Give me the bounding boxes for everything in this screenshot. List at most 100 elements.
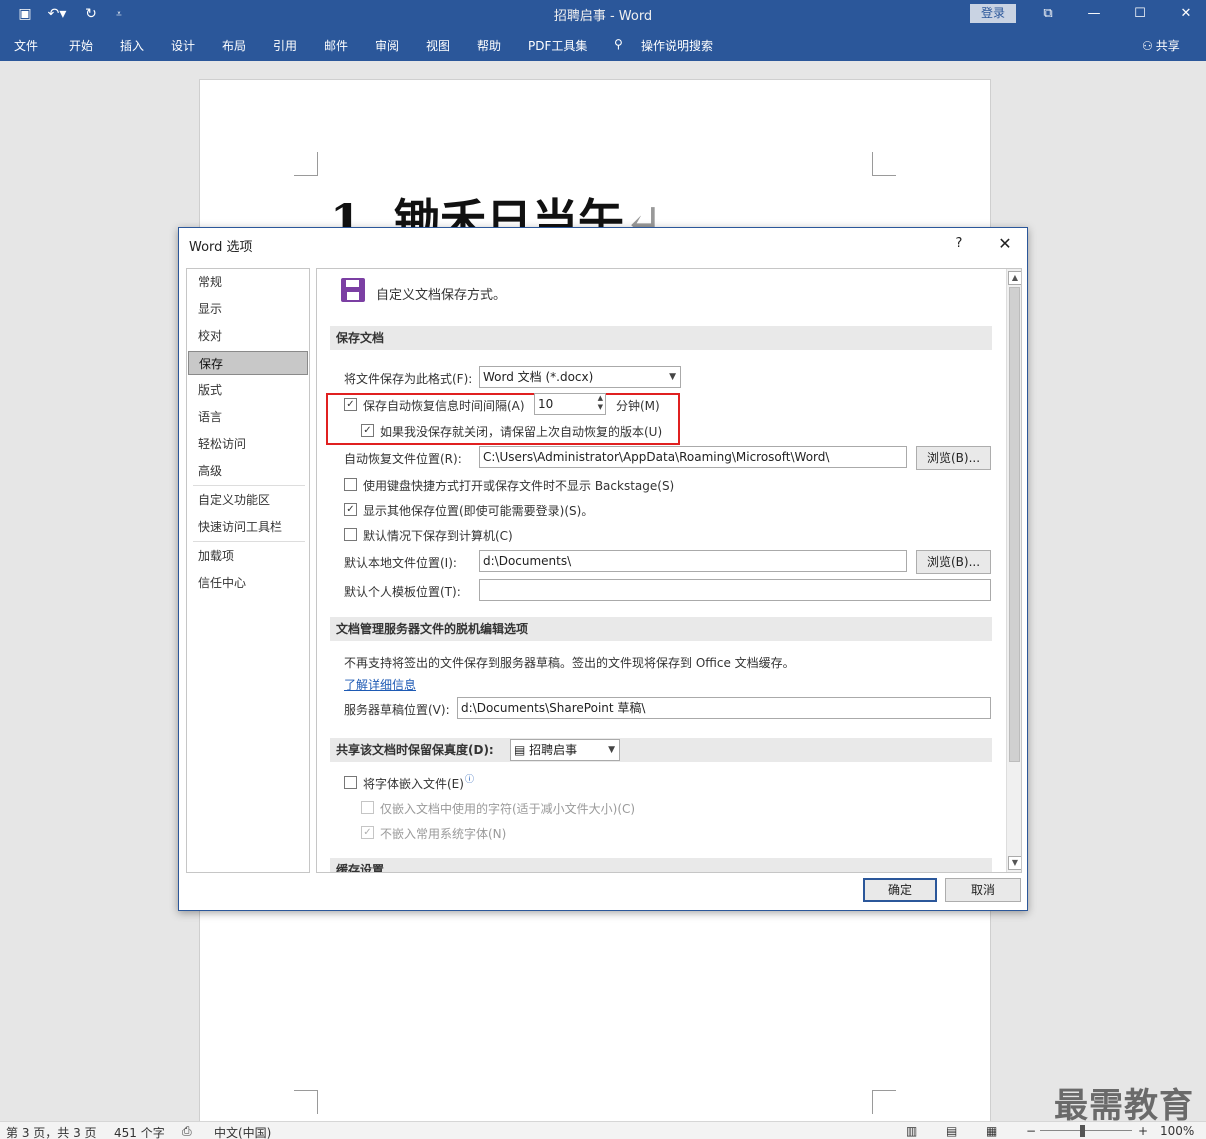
template-path-input[interactable]	[479, 579, 991, 601]
share-button[interactable]: ⚇ 共享	[1142, 37, 1180, 54]
title-bar: ▣ ↶▾ ↻ ⩡ 招聘启事 - Word 登录 ⧉ — ☐ ✕	[0, 0, 1206, 28]
section-cache: 缓存设置	[330, 858, 992, 872]
nav-save[interactable]: 保存	[188, 351, 308, 375]
ribbon-display-icon[interactable]: ⧉	[1028, 2, 1068, 24]
nav-advanced[interactable]: 高级	[188, 459, 308, 483]
scroll-down-icon[interactable]: ▼	[1008, 856, 1021, 870]
nav-divider	[193, 541, 305, 542]
embed-fonts-checkbox[interactable]	[344, 776, 357, 789]
close-icon[interactable]: ✕	[994, 233, 1016, 255]
minimize-icon[interactable]: —	[1074, 2, 1114, 24]
print-layout-icon[interactable]: ▤	[946, 1124, 957, 1138]
nav-addins[interactable]: 加载项	[188, 544, 308, 568]
maximize-icon[interactable]: ☐	[1120, 2, 1160, 24]
chevron-down-icon: ▼	[608, 745, 615, 755]
nav-display[interactable]: 显示	[188, 297, 308, 321]
tab-home[interactable]: 开始	[69, 37, 93, 54]
ok-button[interactable]: 确定	[863, 878, 937, 902]
lightbulb-icon: ⚲	[614, 37, 623, 51]
section-save-documents: 保存文档	[330, 326, 992, 350]
browse-autorecover-button[interactable]: 浏览(B)...	[916, 446, 991, 470]
fidelity-doc-value: 招聘启事	[529, 743, 578, 757]
chevron-down-icon: ▼	[669, 372, 676, 382]
tab-pdf-tools[interactable]: PDF工具集	[528, 37, 587, 54]
local-path-input[interactable]: d:\Documents\	[479, 550, 907, 572]
crop-mark	[294, 152, 318, 176]
crop-mark	[872, 1090, 896, 1114]
proofing-icon[interactable]: ⎙	[182, 1124, 192, 1139]
options-nav: 常规 显示 校对 保存 版式 语言 轻松访问 高级 自定义功能区 快速访问工具栏…	[186, 268, 310, 873]
backstage-checkbox[interactable]	[344, 478, 357, 491]
status-bar: 第 3 页，共 3 页 451 个字 ⎙ 中文(中国) ▥ ▤ ▦ − + 10…	[0, 1121, 1206, 1139]
scroll-up-icon[interactable]: ▲	[1008, 271, 1021, 285]
section-offline-editing: 文档管理服务器文件的脱机编辑选项	[330, 617, 992, 641]
no-common-fonts-label: 不嵌入常用系统字体(N)	[380, 827, 507, 841]
info-icon[interactable]: ⓘ	[465, 772, 474, 785]
embed-used-only-checkbox	[361, 801, 374, 814]
tab-view[interactable]: 视图	[426, 37, 450, 54]
login-button[interactable]: 登录	[970, 4, 1016, 23]
nav-typography[interactable]: 版式	[188, 378, 308, 402]
fidelity-doc-select[interactable]: ▤ 招聘启事 ▼	[510, 739, 620, 761]
tab-file[interactable]: 文件	[14, 37, 38, 54]
zoom-out-icon[interactable]: −	[1026, 1124, 1036, 1138]
language-indicator[interactable]: 中文(中国)	[214, 1124, 271, 1139]
nav-customize-ribbon[interactable]: 自定义功能区	[188, 488, 308, 512]
tab-help[interactable]: 帮助	[477, 37, 501, 54]
nav-proofing[interactable]: 校对	[188, 324, 308, 348]
section-fidelity: 共享该文档时保留保真度(D):	[330, 738, 992, 762]
crop-mark	[872, 152, 896, 176]
nav-general[interactable]: 常规	[188, 270, 308, 294]
zoom-slider[interactable]	[1040, 1130, 1132, 1131]
tab-references[interactable]: 引用	[273, 37, 297, 54]
close-window-icon[interactable]: ✕	[1166, 2, 1206, 24]
spin-arrows-icon[interactable]: ▲ ▼	[598, 394, 603, 412]
dialog-title: Word 选项	[189, 240, 253, 255]
server-drafts-label: 服务器草稿位置(V):	[344, 703, 450, 717]
word-count[interactable]: 451 个字	[114, 1124, 165, 1139]
redo-icon[interactable]: ↻	[80, 4, 102, 24]
autorecover-checkbox[interactable]: ✓	[344, 398, 357, 411]
embed-fonts-label: 将字体嵌入文件(E)	[363, 777, 464, 791]
tab-design[interactable]: 设计	[171, 37, 195, 54]
word-options-dialog: Word 选项 ? ✕ 常规 显示 校对 保存 版式 语言 轻松访问 高级 自定…	[178, 227, 1028, 911]
word-doc-icon: ▤	[514, 743, 530, 757]
show-other-locations-label: 显示其他保存位置(即使可能需要登录)(S)。	[363, 504, 594, 518]
help-button[interactable]: ?	[949, 234, 969, 254]
customize-icon[interactable]: ⩡	[108, 4, 130, 24]
save-to-computer-checkbox[interactable]	[344, 528, 357, 541]
web-layout-icon[interactable]: ▦	[986, 1124, 997, 1138]
panel-scrollbar[interactable]: ▲ ▼	[1006, 269, 1021, 872]
nav-quick-access-toolbar[interactable]: 快速访问工具栏	[188, 515, 308, 539]
tab-layout[interactable]: 布局	[222, 37, 246, 54]
page-count[interactable]: 第 3 页，共 3 页	[6, 1124, 97, 1139]
show-other-locations-checkbox[interactable]: ✓	[344, 503, 357, 516]
keep-last-version-checkbox[interactable]: ✓	[361, 424, 374, 437]
person-icon: ⚇	[1142, 38, 1153, 53]
nav-accessibility[interactable]: 轻松访问	[188, 432, 308, 456]
ribbon-tabs: 文件 开始 插入 设计 布局 引用 邮件 审阅 视图 帮助 PDF工具集 ⚲ 操…	[0, 28, 1206, 61]
browse-local-button[interactable]: 浏览(B)...	[916, 550, 991, 574]
save-format-select[interactable]: Word 文档 (*.docx) ▼	[479, 366, 681, 388]
save-format-value: Word 文档 (*.docx)	[483, 370, 594, 384]
learn-more-link[interactable]: 了解详细信息	[344, 676, 416, 693]
autorecover-label: 保存自动恢复信息时间间隔(A)	[363, 399, 525, 413]
nav-language[interactable]: 语言	[188, 405, 308, 429]
cancel-button[interactable]: 取消	[945, 878, 1021, 902]
tab-mailings[interactable]: 邮件	[324, 37, 348, 54]
tab-insert[interactable]: 插入	[120, 37, 144, 54]
keep-last-version-label: 如果我没保存就关闭，请保留上次自动恢复的版本(U)	[380, 425, 663, 439]
share-label: 共享	[1155, 39, 1180, 53]
tell-me-search[interactable]: 操作说明搜索	[641, 37, 713, 54]
autorecover-minutes-stepper[interactable]: 10 ▲ ▼	[534, 393, 606, 415]
crop-mark	[294, 1090, 318, 1114]
undo-icon[interactable]: ↶▾	[46, 4, 68, 24]
read-mode-icon[interactable]: ▥	[906, 1124, 917, 1138]
server-drafts-input[interactable]: d:\Documents\SharePoint 草稿\	[457, 697, 991, 719]
nav-divider	[193, 485, 305, 486]
scroll-thumb[interactable]	[1009, 287, 1020, 762]
autorecover-path-input[interactable]: C:\Users\Administrator\AppData\Roaming\M…	[479, 446, 907, 468]
nav-trust-center[interactable]: 信任中心	[188, 571, 308, 595]
save-icon[interactable]: ▣	[14, 4, 36, 24]
tab-review[interactable]: 审阅	[375, 37, 399, 54]
